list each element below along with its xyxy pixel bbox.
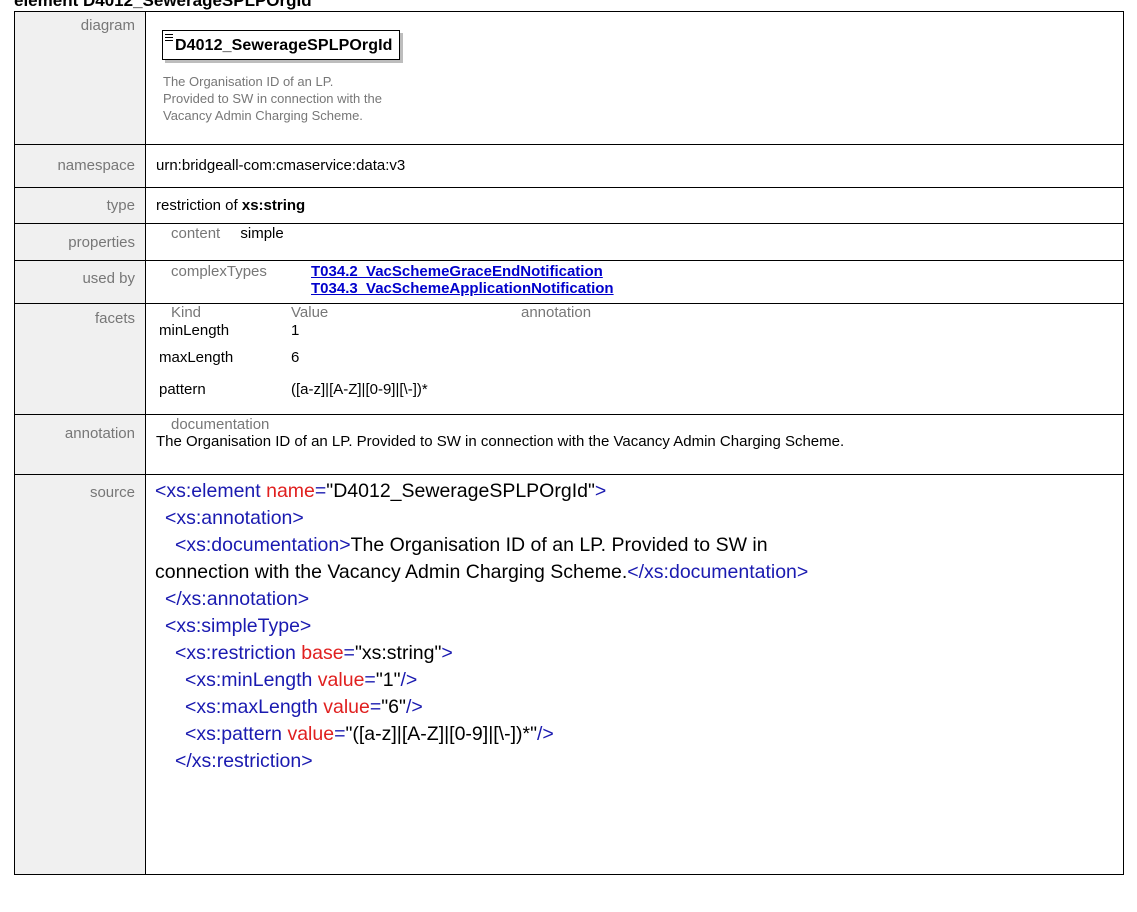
namespace-value: urn:bridgeall-com:cmaservice:data:v3 [145, 144, 1124, 188]
code-token: The Organisation ID of an LP. Provided t… [350, 534, 768, 556]
code-token: /> [400, 669, 418, 691]
code-token: connection with the Vacancy Admin Chargi… [155, 561, 628, 583]
code-token: "1" [375, 669, 401, 691]
row-label: namespace [14, 144, 146, 188]
code-token: </xs:documentation> [627, 561, 809, 583]
facets-header: annotation [521, 304, 592, 321]
code-token: = [343, 642, 355, 664]
doc-line: Provided to SW in connection with the [163, 91, 382, 106]
code-token: "([a-z]|[A-Z]|[0-9]|[\-])*" [345, 723, 538, 745]
code-token: = [314, 480, 327, 502]
type-base: xs:string [241, 197, 306, 214]
annotation-text: The Organisation ID of an LP. Provided t… [156, 433, 845, 450]
code-token: = [334, 723, 346, 745]
page-title: element D4012_SewerageSPLPOrgId [14, 0, 312, 10]
code-token: "6" [381, 696, 406, 718]
row-label: facets [14, 303, 146, 415]
code-token: = [369, 696, 382, 718]
source-code: <xs:element name="D4012_SewerageSPLPOrgI… [146, 475, 1123, 775]
code-token: = [364, 669, 376, 691]
property-key: content [171, 225, 221, 242]
row-label: properties [14, 223, 146, 261]
annotation-cell: documentation The Organisation ID of an … [145, 414, 1124, 475]
code-token: <xs:minLength [185, 669, 313, 691]
used-by-cell: complexTypes T034.2_VacSchemeGraceEndNot… [145, 260, 1124, 304]
properties-row: properties content simple [14, 223, 1124, 261]
code-token: "D4012_SewerageSPLPOrgId" [326, 480, 595, 502]
annotation-key: documentation [171, 416, 270, 433]
facets-row: facets Kind Value annotation minLength 1… [14, 303, 1124, 415]
diagram-documentation: The Organisation ID of an LP. Provided t… [163, 73, 1123, 124]
row-label: source [14, 474, 146, 875]
facets-cell: Kind Value annotation minLength 1 maxLen… [145, 303, 1124, 415]
code-token: > [441, 642, 453, 664]
facet-kind: minLength [159, 322, 230, 339]
facet-value: 1 [291, 322, 300, 339]
code-token: <xs:maxLength [185, 696, 318, 718]
code-token: /> [537, 723, 554, 745]
properties-cell: content simple [145, 223, 1124, 261]
source-cell: <xs:element name="D4012_SewerageSPLPOrgI… [145, 474, 1124, 875]
code-token: /> [405, 696, 423, 718]
type-row: type restriction of xs:string [14, 187, 1124, 224]
facet-kind: pattern [159, 381, 206, 398]
diagram-element-box[interactable]: D4012_SewerageSPLPOrgId [162, 30, 400, 60]
used-by-link[interactable]: T034.3_VacSchemeApplicationNotification [311, 280, 614, 297]
row-label: type [14, 187, 146, 224]
facets-header: Kind [171, 304, 202, 321]
code-token: name [266, 480, 315, 502]
code-token: <xs:pattern [185, 723, 283, 745]
code-token: value [287, 723, 335, 745]
type-prefix: restriction of [156, 197, 242, 214]
code-token: value [323, 696, 370, 718]
code-token: "xs:string" [354, 642, 442, 664]
doc-line: Vacancy Admin Charging Scheme. [163, 108, 363, 123]
code-token: <xs:simpleType> [165, 615, 312, 637]
annotation-row: annotation documentation The Organisatio… [14, 414, 1124, 475]
used-by-row: used by complexTypes T034.2_VacSchemeGra… [14, 260, 1124, 304]
code-token: > [594, 480, 607, 502]
used-by-link[interactable]: T034.2_VacSchemeGraceEndNotification [311, 263, 603, 280]
code-token: value [317, 669, 365, 691]
code-token: <xs:documentation> [175, 534, 351, 556]
code-token: <xs:element [155, 480, 261, 502]
sequence-lines-icon [165, 34, 173, 42]
source-row: source <xs:element name="D4012_SewerageS… [14, 474, 1124, 875]
code-token: <xs:annotation> [165, 507, 304, 529]
doc-line: The Organisation ID of an LP. [163, 74, 334, 89]
used-by-key: complexTypes [171, 263, 267, 280]
property-value: simple [240, 225, 284, 242]
diagram-cell: D4012_SewerageSPLPOrgId The Organisation… [145, 11, 1124, 145]
namespace-row: namespace urn:bridgeall-com:cmaservice:d… [14, 144, 1124, 188]
element-doc-table: diagram D4012_SewerageSPLPOrgId The Orga… [14, 11, 1124, 875]
facets-header: Value [291, 304, 329, 321]
facet-kind: maxLength [159, 349, 234, 366]
diagram-row: diagram D4012_SewerageSPLPOrgId The Orga… [14, 11, 1124, 145]
type-value: restriction of xs:string [145, 187, 1124, 224]
code-token: </xs:restriction> [175, 750, 313, 772]
code-token: <xs:restriction [175, 642, 296, 664]
code-token: base [301, 642, 344, 664]
element-name-box[interactable]: D4012_SewerageSPLPOrgId [162, 30, 400, 60]
facets-table: Kind Value annotation minLength 1 maxLen… [156, 304, 591, 411]
row-label: diagram [14, 11, 146, 145]
row-label: used by [14, 260, 146, 304]
code-token: </xs:annotation> [165, 588, 310, 610]
element-name: D4012_SewerageSPLPOrgId [175, 37, 393, 54]
row-label: annotation [14, 414, 146, 475]
facet-value: 6 [291, 349, 300, 366]
facet-value: ([a-z]|[A-Z]|[0-9]|[\-])* [291, 381, 428, 398]
